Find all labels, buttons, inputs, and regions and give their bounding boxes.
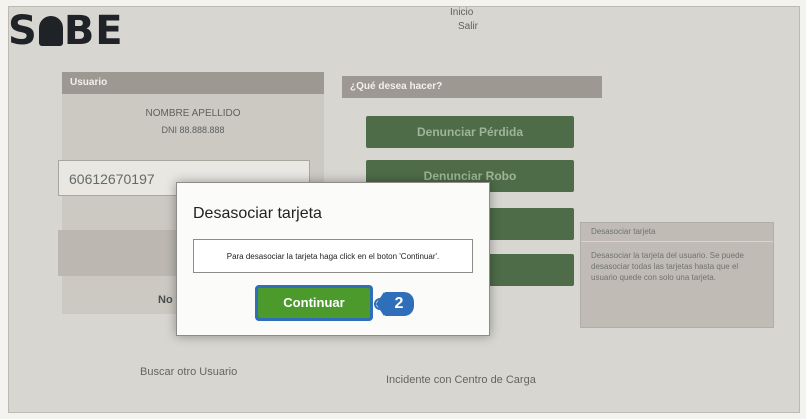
buscar-otro-usuario-link[interactable]: Buscar otro Usuario: [140, 366, 237, 378]
nav-salir-link[interactable]: Salir: [458, 20, 478, 34]
user-name: NOMBRE APELLIDO: [145, 108, 241, 119]
denunciar-perdida-button[interactable]: Denunciar Pérdida: [366, 116, 574, 148]
nav-inicio-link[interactable]: Inicio: [450, 6, 478, 20]
user-panel-title: Usuario: [62, 72, 324, 94]
continue-button[interactable]: Continuar: [255, 285, 373, 321]
user-dni: DNI 88.888.888: [161, 125, 225, 135]
side-info-panel: Desasociar tarjeta Desasociar la tarjeta…: [580, 222, 774, 328]
sube-logo: S BE: [8, 8, 124, 54]
modal-message: Para desasociar la tarjeta haga click en…: [193, 239, 473, 273]
side-info-text: Desasociar la tarjeta del usuario. Se pu…: [591, 251, 744, 282]
incidente-centro-carga-link[interactable]: Incidente con Centro de Carga: [386, 374, 536, 386]
desasociar-modal: Desasociar tarjeta Para desasociar la ta…: [176, 182, 490, 336]
side-info-title: Desasociar tarjeta: [581, 223, 773, 242]
logo-o-mark: [38, 16, 63, 46]
step-number-badge: 2: [376, 292, 414, 316]
actions-panel-title: ¿Qué desea hacer?: [342, 76, 602, 98]
continue-button-label: Continuar: [258, 288, 370, 318]
top-nav: Inicio Salir: [450, 6, 478, 34]
modal-title: Desasociar tarjeta: [193, 205, 322, 222]
